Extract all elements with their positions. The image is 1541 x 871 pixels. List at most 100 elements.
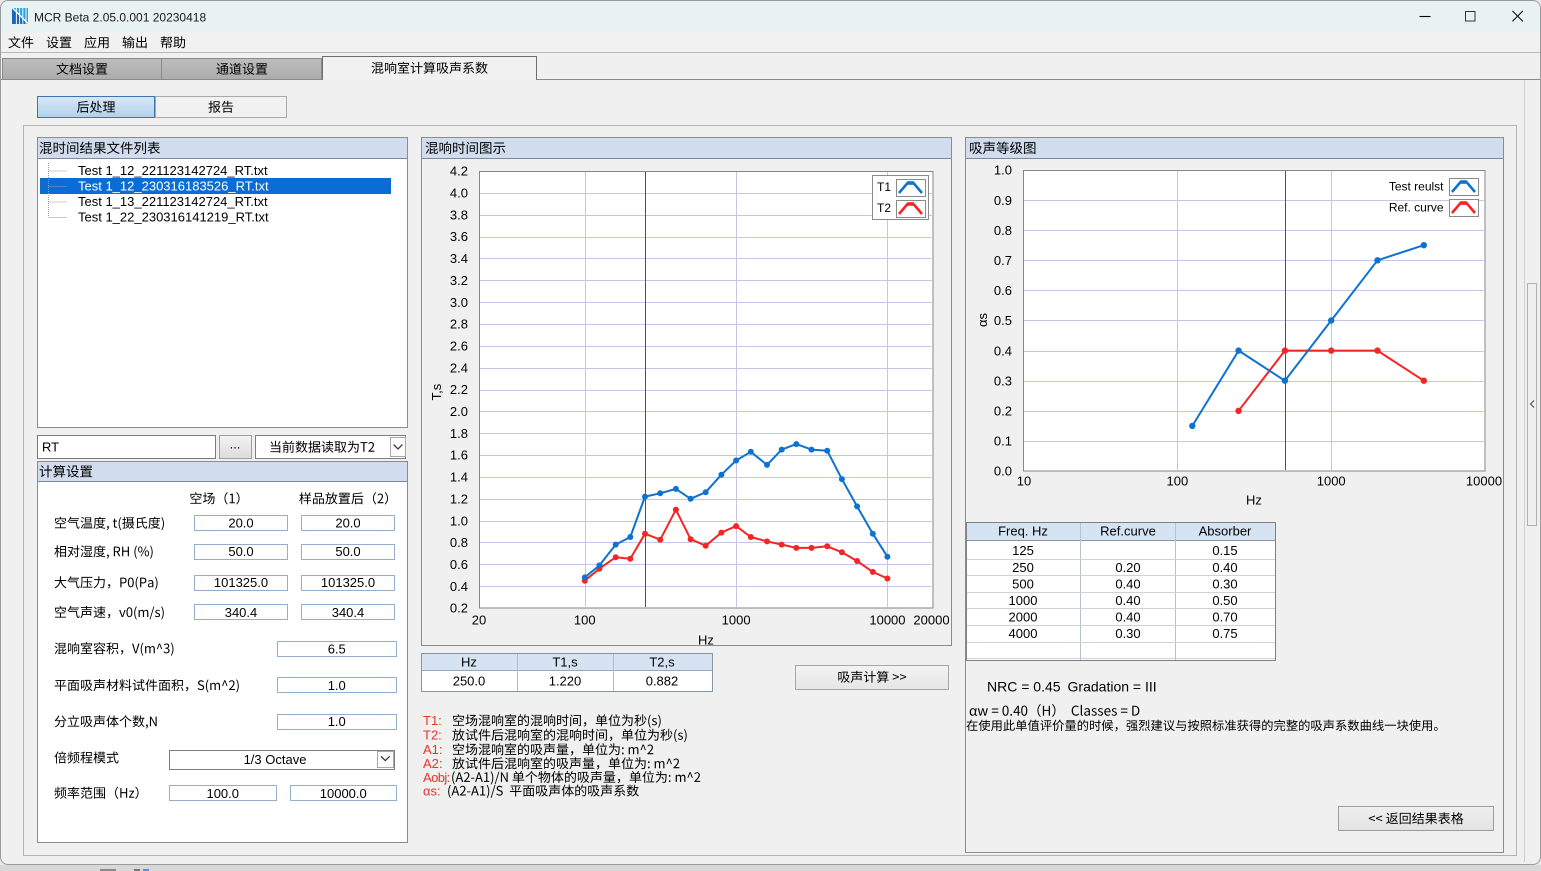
svg-text:500: 500 (1012, 576, 1034, 591)
svg-text:100: 100 (574, 613, 596, 628)
svg-text:Ref. curve: Ref. curve (1389, 200, 1444, 214)
svg-text:0.40: 0.40 (1212, 560, 1237, 575)
svg-text:1.2: 1.2 (450, 491, 468, 506)
svg-text:10000: 10000 (1466, 474, 1502, 489)
svg-text:Hz: Hz (461, 655, 477, 670)
svg-text:T1,s: T1,s (552, 655, 578, 670)
svg-text:T1:: T1: (423, 713, 442, 728)
svg-text:Hz: Hz (698, 633, 714, 648)
svg-text:0.40: 0.40 (1115, 610, 1140, 625)
svg-text:0.20: 0.20 (1115, 560, 1140, 575)
svg-text:T2: T2 (877, 201, 891, 215)
svg-text:6.5: 6.5 (328, 642, 346, 657)
svg-text:1.0: 1.0 (994, 163, 1012, 178)
svg-text:100.0: 100.0 (206, 786, 239, 801)
svg-text:1.0: 1.0 (328, 714, 346, 729)
svg-text:0.70: 0.70 (1212, 610, 1237, 625)
svg-text:0.882: 0.882 (646, 674, 679, 689)
svg-text:MCR Beta 2.05.0.001 20230418: MCR Beta 2.05.0.001 20230418 (34, 10, 206, 24)
svg-text:0.75: 0.75 (1212, 626, 1237, 641)
svg-text:1.0: 1.0 (328, 678, 346, 693)
svg-text:0.8: 0.8 (994, 223, 1012, 238)
svg-text:4.0: 4.0 (450, 186, 468, 201)
svg-text:2.8: 2.8 (450, 317, 468, 332)
svg-text:0.6: 0.6 (994, 283, 1012, 298)
svg-text:2000: 2000 (1009, 610, 1038, 625)
svg-text:0.50: 0.50 (1212, 593, 1237, 608)
svg-text:A1:: A1: (423, 742, 443, 757)
svg-text:RT: RT (42, 440, 59, 455)
svg-text:0.0: 0.0 (994, 464, 1012, 479)
svg-text:20000: 20000 (913, 613, 949, 628)
svg-text:1000: 1000 (722, 613, 751, 628)
svg-text:10000: 10000 (869, 613, 905, 628)
svg-text:1000: 1000 (1317, 474, 1346, 489)
svg-text:0.40: 0.40 (1115, 576, 1140, 591)
svg-text:Test 1_12_230316183526_RT.txt: Test 1_12_230316183526_RT.txt (78, 179, 269, 194)
svg-text:T2:: T2: (423, 728, 442, 743)
svg-text:αs: αs (975, 312, 990, 327)
svg-text:0.5: 0.5 (994, 313, 1012, 328)
svg-text:0.4: 0.4 (994, 343, 1012, 358)
svg-text:2.2: 2.2 (450, 382, 468, 397)
svg-text:0.9: 0.9 (994, 193, 1012, 208)
svg-text:0.30: 0.30 (1115, 626, 1140, 641)
svg-text:0.30: 0.30 (1212, 576, 1237, 591)
svg-text:3.2: 3.2 (450, 273, 468, 288)
svg-text:0.2: 0.2 (994, 404, 1012, 419)
svg-text:Test reulst: Test reulst (1389, 179, 1444, 193)
svg-text:1/3 Octave: 1/3 Octave (244, 752, 307, 767)
svg-text:125: 125 (1012, 543, 1034, 558)
svg-text:10000.0: 10000.0 (320, 786, 367, 801)
svg-text:0.15: 0.15 (1212, 543, 1237, 558)
svg-text:1.220: 1.220 (549, 674, 582, 689)
svg-text:0.7: 0.7 (994, 253, 1012, 268)
svg-text:3.0: 3.0 (450, 295, 468, 310)
svg-text:0.8: 0.8 (450, 535, 468, 550)
svg-text:0.2: 0.2 (450, 601, 468, 616)
svg-text:0.1: 0.1 (994, 434, 1012, 449)
svg-text:0.4: 0.4 (450, 579, 468, 594)
svg-text:1000: 1000 (1009, 593, 1038, 608)
svg-text:101325.0: 101325.0 (214, 575, 268, 590)
svg-text:250: 250 (1012, 560, 1034, 575)
svg-text:T2,s: T2,s (649, 655, 675, 670)
svg-text:...: ... (230, 437, 241, 452)
svg-text:Freq. Hz: Freq. Hz (998, 524, 1048, 539)
svg-text:20.0: 20.0 (228, 516, 253, 531)
svg-text:3.8: 3.8 (450, 207, 468, 222)
svg-text:Test 1_12_221123142724_RT.txt: Test 1_12_221123142724_RT.txt (78, 163, 268, 178)
svg-text:Hz: Hz (1246, 493, 1262, 508)
svg-text:1.8: 1.8 (450, 426, 468, 441)
svg-text:2.6: 2.6 (450, 339, 468, 354)
svg-text:2.4: 2.4 (450, 360, 468, 375)
svg-text:340.4: 340.4 (225, 605, 258, 620)
svg-text:340.4: 340.4 (332, 605, 365, 620)
svg-text:20: 20 (472, 613, 486, 628)
svg-text:Test 1_13_221123142724_RT.txt: Test 1_13_221123142724_RT.txt (78, 194, 268, 209)
svg-text:0.40: 0.40 (1115, 593, 1140, 608)
svg-text:50.0: 50.0 (335, 544, 360, 559)
svg-text:T,s: T,s (429, 383, 444, 400)
svg-text:0.6: 0.6 (450, 557, 468, 572)
svg-text:0.3: 0.3 (994, 373, 1012, 388)
svg-text:100: 100 (1167, 474, 1189, 489)
svg-text:1.6: 1.6 (450, 448, 468, 463)
svg-text:3.4: 3.4 (450, 251, 468, 266)
svg-text:50.0: 50.0 (228, 544, 253, 559)
svg-text:20.0: 20.0 (335, 516, 360, 531)
svg-text:NRC = 0.45 Gradation = III: NRC = 0.45 Gradation = III (987, 679, 1157, 695)
svg-text:Ref.curve: Ref.curve (1100, 524, 1156, 539)
svg-text:1.0: 1.0 (450, 513, 468, 528)
svg-text:αs:: αs: (423, 784, 441, 799)
svg-text:Absorber: Absorber (1199, 524, 1252, 539)
svg-text:T1: T1 (877, 180, 891, 194)
svg-text:101325.0: 101325.0 (321, 575, 375, 590)
svg-text:1.4: 1.4 (450, 470, 468, 485)
svg-text:3.6: 3.6 (450, 229, 468, 244)
svg-text:250.0: 250.0 (453, 674, 486, 689)
svg-text:10: 10 (1017, 474, 1031, 489)
svg-text:2.0: 2.0 (450, 404, 468, 419)
svg-text:4.2: 4.2 (450, 164, 468, 179)
svg-text:4000: 4000 (1009, 626, 1038, 641)
